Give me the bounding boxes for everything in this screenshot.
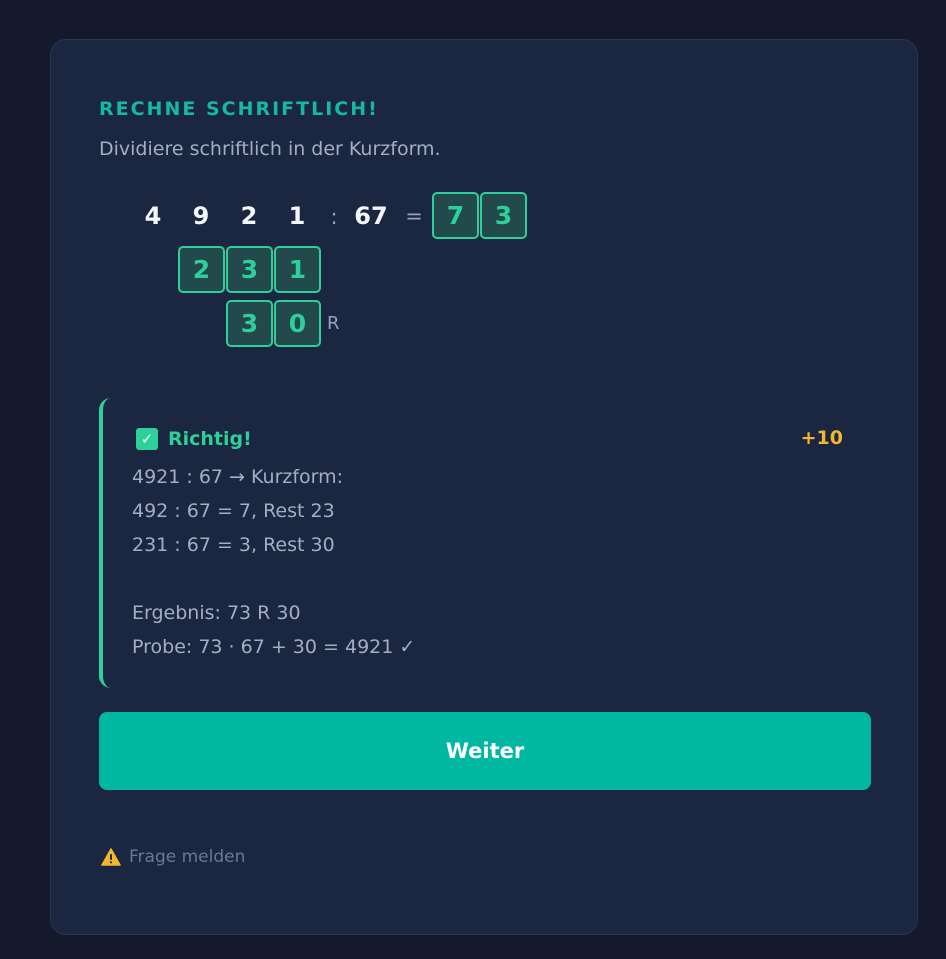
warning-icon [101, 848, 121, 866]
dividend-digit: 4 [144, 202, 162, 230]
exercise-card: RECHNE SCHRIFTLICH! Dividiere schriftlic… [50, 39, 918, 935]
explanation-line: 231 : 67 = 3, Rest 30 [132, 534, 335, 556]
report-question-link[interactable]: Frage melden [101, 846, 245, 868]
explanation-line: 492 : 67 = 7, Rest 23 [132, 500, 335, 522]
divisor: 67 [354, 202, 388, 230]
explanation-line: 4921 : 67 → Kurzform: [132, 466, 344, 488]
divide-sign: : [330, 205, 338, 229]
step-digit-input[interactable]: 2 [178, 246, 225, 293]
feedback-title: Richtig! [168, 428, 252, 450]
remainder-digit-input[interactable]: 0 [274, 300, 321, 347]
quotient-digit-input[interactable]: 7 [432, 192, 479, 239]
points-badge: +10 [800, 427, 843, 449]
step-digit-input[interactable]: 1 [274, 246, 321, 293]
solution-explanation: 4921 : 67 → Kurzform: 492 : 67 = 7, Rest… [132, 460, 415, 664]
explanation-line: Probe: 73 · 67 + 30 = 4921 ✓ [132, 636, 416, 658]
quotient-digit-input[interactable]: 3 [480, 192, 527, 239]
equals-sign: = [405, 204, 423, 228]
feedback-header: ✓ Richtig! [136, 426, 252, 452]
report-label: Frage melden [129, 847, 246, 867]
remainder-digit-input[interactable]: 3 [226, 300, 273, 347]
explanation-line [132, 562, 415, 596]
feedback-panel: ✓ Richtig! +10 4921 : 67 → Kurzform: 492… [99, 398, 870, 688]
remainder-label: R [327, 313, 340, 334]
continue-button[interactable]: Weiter [99, 712, 871, 790]
dividend-digit: 1 [288, 202, 306, 230]
dividend-digit: 2 [240, 202, 258, 230]
step-digit-input[interactable]: 3 [226, 246, 273, 293]
exercise-instruction: Dividiere schriftlich in der Kurzform. [99, 138, 441, 160]
check-mark-icon: ✓ [136, 428, 158, 450]
dividend-digit: 9 [192, 202, 210, 230]
exercise-kicker: RECHNE SCHRIFTLICH! [99, 98, 379, 120]
explanation-line: Ergebnis: 73 R 30 [132, 602, 301, 624]
